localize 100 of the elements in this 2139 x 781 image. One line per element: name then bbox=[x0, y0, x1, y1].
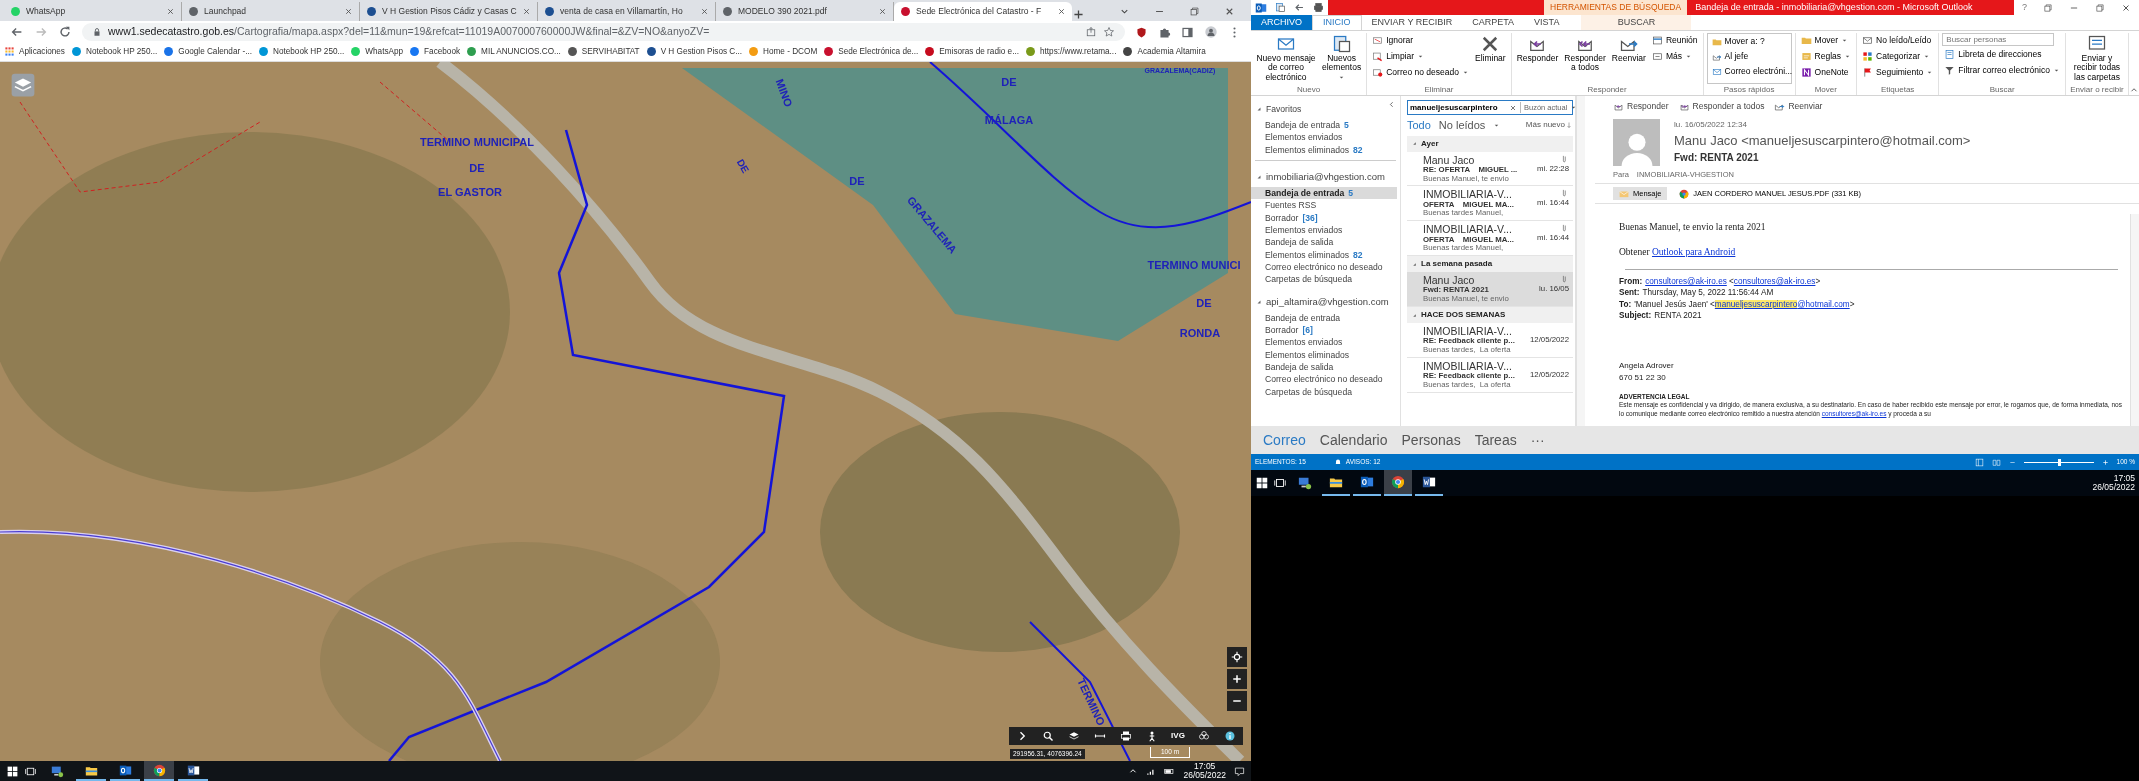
quick-step-item[interactable]: Al jefe bbox=[1709, 49, 1789, 64]
clear-search-icon[interactable] bbox=[1509, 103, 1517, 112]
print-icon[interactable] bbox=[1313, 2, 1324, 13]
reading-action-button[interactable]: Responder bbox=[1613, 100, 1669, 113]
ribbon-button[interactable]: Mover bbox=[1798, 33, 1854, 48]
search-people-field[interactable]: Buscar personas bbox=[1942, 33, 2055, 46]
close-icon[interactable] bbox=[1224, 6, 1235, 17]
close-icon[interactable] bbox=[166, 7, 175, 16]
help-button[interactable]: ? bbox=[2022, 0, 2027, 15]
quick-steps-gallery[interactable]: Mover a: ? Al jefe Correo electróni... bbox=[1706, 33, 1792, 84]
ribbon-button[interactable]: Ignorar bbox=[1370, 33, 1471, 48]
restore-icon[interactable] bbox=[2095, 2, 2105, 13]
folder-item[interactable]: Bandeja de salida bbox=[1251, 236, 1397, 249]
start-icon[interactable] bbox=[6, 764, 19, 778]
folder-item[interactable]: Elementos enviados bbox=[1251, 224, 1397, 237]
bookmark-link[interactable]: Academia Altamira bbox=[1122, 45, 1206, 59]
email-link[interactable]: consultores@ak-iro.es bbox=[1645, 276, 1727, 286]
browser-tab[interactable]: Sede Electrónica del Catastro - F bbox=[894, 2, 1072, 21]
folder-item[interactable]: Correo electrónico no deseado bbox=[1251, 373, 1397, 386]
reading-action-button[interactable]: Responder a todos bbox=[1678, 100, 1765, 113]
sort-button[interactable]: Más nuevo bbox=[1525, 119, 1573, 132]
nav-item[interactable]: Tareas bbox=[1474, 429, 1517, 451]
nav-item[interactable]: Correo bbox=[1263, 429, 1306, 451]
folder-item[interactable]: Bandeja de entrada 5 bbox=[1251, 118, 1397, 132]
close-icon[interactable] bbox=[522, 7, 531, 16]
ribbon-button[interactable]: Enviar y recibir todas las carpetas bbox=[2068, 33, 2125, 84]
bookmark-link[interactable]: https://www.retama... bbox=[1024, 45, 1117, 59]
bookmark-link[interactable]: Home - DCOM bbox=[748, 45, 818, 59]
share-icon[interactable] bbox=[1085, 26, 1097, 38]
bookmark-link[interactable]: Emisoras de radio e... bbox=[924, 45, 1019, 59]
folder-item[interactable]: Borrador [36] bbox=[1251, 211, 1397, 224]
back-icon[interactable] bbox=[10, 25, 24, 39]
ribbon-button[interactable]: Reenviar bbox=[1609, 33, 1648, 65]
ribbon-button[interactable]: Más bbox=[1649, 49, 1700, 64]
profile-icon[interactable] bbox=[1204, 25, 1218, 39]
ribbon-button[interactable]: OneNote bbox=[1798, 65, 1854, 80]
nav-item[interactable]: ··· bbox=[1530, 429, 1545, 451]
close-icon[interactable] bbox=[700, 7, 709, 16]
ribbon-tab[interactable]: BUSCAR bbox=[1581, 15, 1692, 30]
ribbon-button[interactable]: Nuevos elementos bbox=[1319, 33, 1364, 84]
ribbon-button[interactable]: No leído/Leído bbox=[1860, 33, 1936, 48]
collapse-pane-icon[interactable] bbox=[1387, 100, 1396, 109]
bookmark-link[interactable]: Notebook HP 250... bbox=[70, 45, 158, 59]
bookmark-link[interactable]: WhatsApp bbox=[350, 45, 404, 59]
folder-section-title[interactable]: Favoritos bbox=[1266, 103, 1302, 116]
scrollbar[interactable] bbox=[1576, 96, 1585, 426]
bookmark-link[interactable]: Aplicaciones bbox=[4, 45, 65, 59]
bookmark-link[interactable]: Notebook HP 250... bbox=[258, 45, 345, 59]
expand-arrow-icon[interactable] bbox=[1411, 140, 1418, 147]
close-icon[interactable] bbox=[2121, 2, 2131, 13]
filter-tab[interactable]: Todo bbox=[1407, 117, 1431, 134]
folder-item[interactable]: Carpetas de búsqueda bbox=[1251, 385, 1397, 398]
ribbon-button[interactable]: Eliminar bbox=[1472, 33, 1508, 65]
ribbon-button[interactable]: Reglas bbox=[1798, 49, 1854, 64]
normal-view-icon[interactable] bbox=[1974, 457, 1984, 467]
close-icon[interactable] bbox=[344, 7, 353, 16]
ribbon-button[interactable]: Correo no deseado bbox=[1370, 65, 1471, 80]
folder-item[interactable]: Elementos enviados bbox=[1251, 336, 1397, 349]
nav-item[interactable]: Calendario bbox=[1319, 429, 1388, 451]
ribbon-button[interactable]: Categorizar bbox=[1860, 49, 1936, 64]
filter-tab[interactable]: No leídos bbox=[1438, 117, 1486, 134]
bookmark-link[interactable]: SERVIHABITAT bbox=[566, 45, 640, 59]
nav-item[interactable]: Personas bbox=[1401, 429, 1461, 451]
folder-item[interactable]: Borrador [6] bbox=[1251, 324, 1397, 337]
bookmark-link[interactable]: V H Gestion Pisos C... bbox=[645, 45, 743, 59]
ribbon-button[interactable]: Filtrar correo electrónico bbox=[1942, 63, 2062, 78]
folder-item[interactable]: Elementos eliminados 82 bbox=[1251, 143, 1397, 156]
ribbon-tab[interactable]: INICIO bbox=[1312, 15, 1362, 30]
undo-icon[interactable] bbox=[1294, 2, 1305, 13]
ribbon-button[interactable]: Seguimiento bbox=[1860, 65, 1936, 80]
taskbar-app[interactable] bbox=[144, 761, 174, 781]
close-icon[interactable] bbox=[878, 7, 887, 16]
ribbon-tab[interactable]: ARCHIVO bbox=[1251, 15, 1312, 30]
extension-icon[interactable] bbox=[1135, 25, 1148, 39]
email-link[interactable]: @hotmail.com bbox=[1797, 299, 1850, 309]
folder-item[interactable]: Elementos enviados bbox=[1251, 131, 1397, 144]
reading-action-button[interactable]: Reenviar bbox=[1774, 100, 1823, 113]
map-zoom-in-button[interactable] bbox=[1227, 669, 1247, 689]
bookmark-star-icon[interactable] bbox=[1103, 26, 1115, 38]
reload-icon[interactable] bbox=[58, 25, 72, 39]
ribbon-button[interactable]: Reunión bbox=[1649, 33, 1700, 48]
side-panel-icon[interactable] bbox=[1181, 25, 1194, 39]
folder-item[interactable]: Bandeja de salida bbox=[1251, 361, 1397, 374]
folder-item[interactable]: Carpetas de búsqueda bbox=[1251, 273, 1397, 286]
folder-item[interactable]: Elementos eliminados bbox=[1251, 348, 1397, 362]
task-view-icon[interactable] bbox=[1272, 476, 1288, 490]
notification-icon[interactable] bbox=[1234, 765, 1245, 777]
map-zoom-out-button[interactable] bbox=[1227, 691, 1247, 711]
bookmark-link[interactable]: Google Calendar -... bbox=[163, 45, 252, 59]
zoom-in-icon[interactable] bbox=[2101, 458, 2109, 466]
address-field[interactable]: www1.sedecatastro.gob.es/Cartografia/mapa.aspx?del=11&mun=19&refcat=11019A007000760000JW&final=&ZV=NO&anyoZV= bbox=[82, 23, 1125, 41]
ribbon-button[interactable]: Libreta de direcciones bbox=[1942, 47, 2062, 62]
folder-item[interactable]: Correo electrónico no deseado bbox=[1251, 260, 1397, 274]
folder-item[interactable]: Bandeja de entrada bbox=[1251, 311, 1397, 325]
folder-item[interactable]: Bandeja de entrada 5 bbox=[1251, 187, 1397, 200]
scrollbar[interactable] bbox=[2130, 214, 2139, 426]
bookmark-link[interactable]: Sede Electrónica de... bbox=[823, 45, 919, 59]
bookmark-link[interactable]: Facebook bbox=[409, 45, 461, 59]
folder-item[interactable]: Fuentes RSS bbox=[1251, 199, 1397, 212]
ribbon-button[interactable]: Nuevo mensaje de correo electrónico bbox=[1254, 33, 1318, 84]
